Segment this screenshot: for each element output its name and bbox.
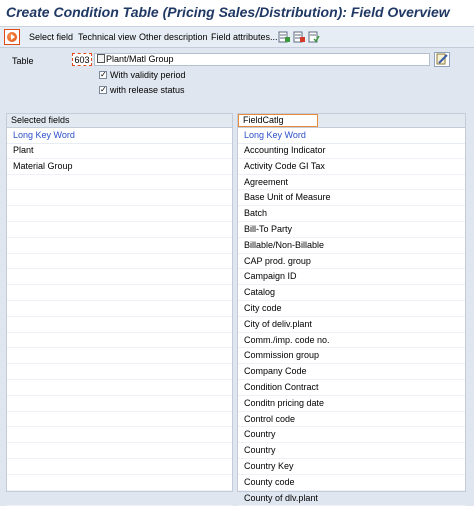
selected-field-empty-row — [7, 491, 232, 506]
selected-field-empty-row — [7, 364, 232, 380]
catalog-field-row[interactable]: Country — [238, 427, 465, 444]
catalog-field-row[interactable]: City code — [238, 301, 465, 317]
selected-field-empty-row — [7, 427, 232, 444]
catalog-field-row[interactable]: Company Code — [238, 364, 465, 380]
catalog-field-row[interactable]: Billable/Non-Billable — [238, 238, 465, 254]
catalog-field-row[interactable]: Country — [238, 443, 465, 459]
catalog-field-row[interactable]: Commission group — [238, 348, 465, 365]
select-field-button[interactable]: Select field — [29, 32, 73, 42]
execute-icon — [7, 32, 17, 42]
catalog-field-row[interactable]: County of dlv.plant — [238, 491, 465, 506]
selected-fields-list: Plant Material Group — [7, 143, 232, 506]
selected-fields-column-header[interactable]: Long Key Word — [7, 128, 232, 144]
selected-field-empty-row — [7, 269, 232, 286]
selected-field-empty-row — [7, 254, 232, 270]
catalog-field-row[interactable]: Agreement — [238, 175, 465, 191]
selected-field-empty-row — [7, 412, 232, 428]
field-catalog-column-header[interactable]: Long Key Word — [238, 128, 465, 144]
catalog-field-row[interactable]: Conditn pricing date — [238, 396, 465, 412]
catalog-field-row[interactable]: Batch — [238, 206, 465, 222]
selected-field-empty-row — [7, 380, 232, 396]
selected-fields-panel: Selected fields Long Key Word Plant Mater… — [6, 113, 233, 506]
selected-field-empty-row — [7, 285, 232, 301]
validity-period-label: With validity period — [110, 70, 186, 80]
selected-field-empty-row — [7, 301, 232, 317]
selected-field-empty-row — [7, 238, 232, 254]
pencil-icon — [436, 53, 448, 65]
catalog-field-row[interactable]: Country Key — [238, 459, 465, 475]
selected-field-empty-row — [7, 348, 232, 365]
check-document-icon[interactable] — [308, 31, 320, 43]
selected-fields-header: Selected fields — [7, 114, 232, 128]
execute-button[interactable] — [4, 29, 20, 45]
delete-row-icon[interactable] — [293, 31, 305, 43]
catalog-field-row[interactable]: City of deliv.plant — [238, 317, 465, 333]
catalog-field-row[interactable]: Campaign ID — [238, 269, 465, 286]
insert-row-icon[interactable] — [278, 31, 290, 43]
table-number-field[interactable]: 603 — [72, 53, 92, 66]
selected-field-row[interactable]: Material Group — [7, 159, 232, 175]
selected-field-empty-row — [7, 475, 232, 491]
field-catalog-panel: FieldCatlg Long Key Word Accounting Indi… — [237, 113, 466, 506]
other-description-button[interactable]: Other description — [139, 32, 208, 42]
selected-field-empty-row — [7, 333, 232, 349]
validity-period-checkbox[interactable]: ✓ — [99, 71, 107, 79]
release-status-label: with release status — [110, 85, 185, 95]
title-bar: Create Condition Table (Pricing Sales/Di… — [0, 0, 474, 27]
window-title: Create Condition Table (Pricing Sales/Di… — [6, 4, 450, 20]
catalog-field-row[interactable]: Base Unit of Measure — [238, 190, 465, 207]
selected-field-empty-row — [7, 396, 232, 412]
edit-description-button[interactable] — [434, 52, 450, 67]
release-status-option[interactable]: ✓ with release status — [99, 85, 185, 95]
selected-field-empty-row — [7, 206, 232, 222]
validity-period-option[interactable]: ✓ With validity period — [99, 70, 186, 80]
selected-field-empty-row — [7, 190, 232, 207]
catalog-field-row[interactable]: Accounting Indicator — [238, 143, 465, 159]
catalog-field-row[interactable]: Catalog — [238, 285, 465, 301]
catalog-field-row[interactable]: Control code — [238, 412, 465, 428]
catalog-field-row[interactable]: County code — [238, 475, 465, 491]
selected-field-empty-row — [7, 175, 232, 191]
selected-field-empty-row — [7, 459, 232, 475]
selected-field-empty-row — [7, 317, 232, 333]
catalog-field-row[interactable]: Comm./imp. code no. — [238, 333, 465, 349]
cursor-marker — [97, 54, 105, 63]
selected-field-empty-row — [7, 222, 232, 238]
field-attributes-button[interactable]: Field attributes... — [211, 32, 278, 42]
catalog-field-row[interactable]: CAP prod. group — [238, 254, 465, 270]
table-label: Table — [12, 56, 34, 66]
catalog-field-row[interactable]: Condition Contract — [238, 380, 465, 396]
catalog-field-row[interactable]: Activity Code GI Tax — [238, 159, 465, 175]
table-description-text: Plant/Matl Group — [106, 54, 174, 64]
application-toolbar: Select field Technical view Other descri… — [0, 27, 474, 48]
catalog-field-row[interactable]: Bill-To Party — [238, 222, 465, 238]
field-catalog-list: Accounting Indicator Activity Code GI Tax… — [238, 143, 465, 506]
field-catalog-tab[interactable]: FieldCatlg — [238, 114, 318, 127]
selected-field-empty-row — [7, 443, 232, 459]
technical-view-button[interactable]: Technical view — [78, 32, 136, 42]
selected-field-row[interactable]: Plant — [7, 143, 232, 159]
table-description-field[interactable]: Plant/Matl Group — [94, 53, 430, 66]
release-status-checkbox[interactable]: ✓ — [99, 86, 107, 94]
